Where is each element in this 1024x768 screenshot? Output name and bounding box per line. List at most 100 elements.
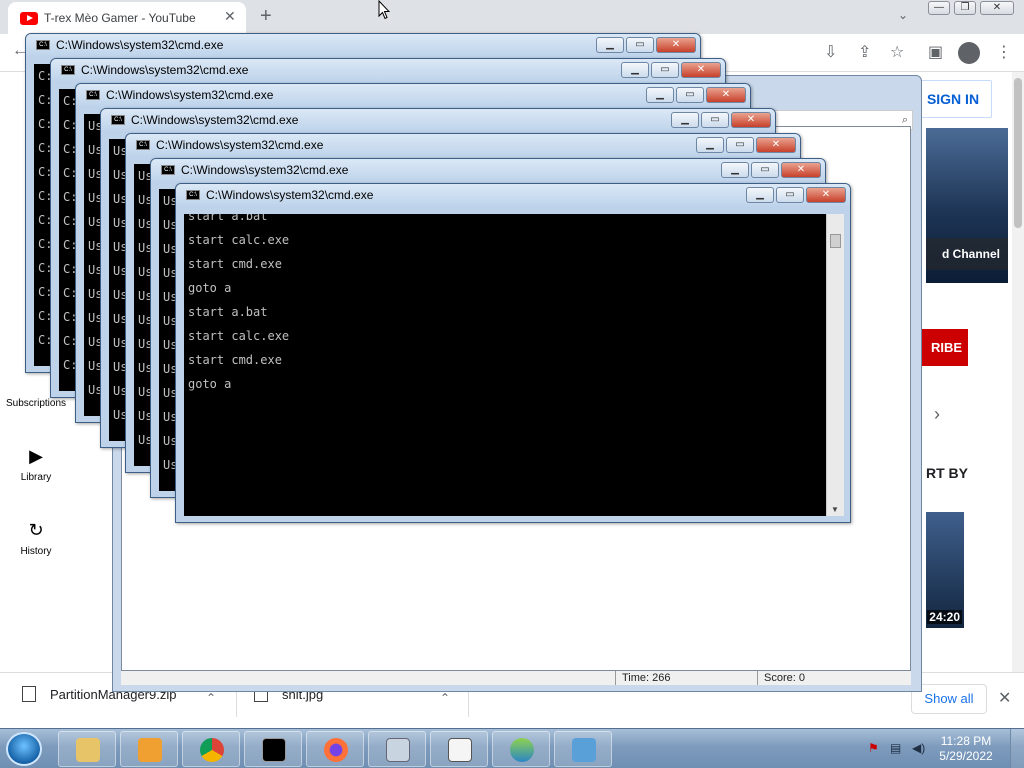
console-line: start calc.exe [188,233,290,247]
profile-icon[interactable] [958,42,980,64]
sort-by-label[interactable]: RT BY [926,465,968,481]
cmd-titlebar[interactable]: C:\ C:\Windows\system32\cmd.exe ▁ ▭ ✕ [151,159,825,183]
cmd-title: C:\Windows\system32\cmd.exe [131,113,299,127]
mouse-cursor-icon [378,0,390,20]
cmd-scrollbar-thumb[interactable] [830,234,841,248]
zip-file-icon [22,685,36,702]
taskbar-disk-manager[interactable] [492,731,550,767]
cmd-minimize-button[interactable]: ▁ [696,137,724,153]
network-icon[interactable]: ▤ [890,741,901,755]
cmd-titlebar[interactable]: C:\ C:\Windows\system32\cmd.exe ▁ ▭ ✕ [176,184,850,208]
cmd-maximize-button[interactable]: ▭ [776,187,804,203]
cmd-maximize-button[interactable]: ▭ [676,87,704,103]
cmd-titlebar[interactable]: C:\ C:\Windows\system32\cmd.exe ▁ ▭ ✕ [51,59,725,83]
sidebar-item-library[interactable]: ▶ Library [0,446,72,483]
minimize-button[interactable]: — [928,1,950,15]
sidebar-item-label: History [20,546,52,557]
taskbar-control-panel[interactable] [554,731,612,767]
cmd-maximize-button[interactable]: ▭ [701,112,729,128]
download-icon[interactable]: ⇩ [824,42,837,62]
cmd-window-icon: C:\ [161,165,175,175]
cmd-close-button[interactable]: ✕ [756,137,796,153]
cmd-minimize-button[interactable]: ▁ [746,187,774,203]
cmd-titlebar[interactable]: C:\ C:\Windows\system32\cmd.exe ▁ ▭ ✕ [26,34,700,58]
game-time: Time: 266 [615,671,757,685]
share-icon[interactable]: ⇪ [858,42,871,62]
chevron-right-icon[interactable]: › [934,404,940,425]
sign-in-button[interactable]: SIGN IN [914,80,992,118]
sidebar-item-subscriptions[interactable]: Subscriptions [0,398,72,409]
youtube-favicon-icon [20,12,38,25]
cmd-titlebar[interactable]: C:\ C:\Windows\system32\cmd.exe ▁ ▭ ✕ [101,109,775,133]
scrollbar-thumb[interactable] [1014,78,1022,228]
taskbar-chrome[interactable] [182,731,240,767]
sidebar-item-history[interactable]: ↻ History [0,520,72,557]
cmd-minimize-button[interactable]: ▁ [671,112,699,128]
side-panel-icon[interactable]: ▣ [928,42,943,62]
clock[interactable]: 11:28 PM 5/29/2022 [936,734,996,764]
volume-icon[interactable]: ◀) [912,741,925,755]
cmd-close-button[interactable]: ✕ [706,87,746,103]
game-status-bar: Time: 266 Score: 0 [121,671,911,685]
taskbar-media-player[interactable] [120,731,178,767]
cmd-title: C:\Windows\system32\cmd.exe [181,163,349,177]
taskbar-calculator[interactable] [368,731,426,767]
video-thumbnail[interactable]: 24:20 [926,512,964,628]
cmd-minimize-button[interactable]: ▁ [596,37,624,53]
menu-icon[interactable]: ⋮ [996,42,1012,62]
taskbar-solitaire[interactable] [430,731,488,767]
maximize-button[interactable]: ❐ [954,1,976,15]
cmd-close-button[interactable]: ✕ [731,112,771,128]
cmd-close-button[interactable]: ✕ [656,37,696,53]
cmd-titlebar[interactable]: C:\ C:\Windows\system32\cmd.exe ▁ ▭ ✕ [126,134,800,158]
cmd-close-button[interactable]: ✕ [781,162,821,178]
subscribe-button[interactable]: RIBE [920,329,968,366]
cmd-title: C:\Windows\system32\cmd.exe [206,188,374,202]
scroll-down-icon[interactable]: ▼ [831,505,839,514]
cmd-minimize-button[interactable]: ▁ [646,87,674,103]
chevron-up-icon[interactable]: ⌃ [206,691,216,705]
cmd-window-icon: C:\ [136,140,150,150]
cmd-scrollbar[interactable]: ▼ [826,214,844,516]
page-scrollbar[interactable] [1012,72,1024,672]
control-panel-icon [572,738,596,762]
chrome-icon [200,738,224,762]
cmd-maximize-button[interactable]: ▭ [651,62,679,78]
channel-banner-label: d Channel [926,238,1008,270]
console-line: start cmd.exe [188,257,282,271]
clock-date: 5/29/2022 [939,749,993,763]
downloads-close-icon[interactable]: ✕ [998,688,1011,708]
cmd-window[interactable]: C:\ C:\Windows\system32\cmd.exe ▁ ▭ ✕ start a… [175,183,851,523]
show-all-button[interactable]: Show all [911,684,987,714]
cmd-minimize-button[interactable]: ▁ [721,162,749,178]
action-center-flag-icon[interactable]: ⚑ [868,741,879,755]
cmd-title: C:\Windows\system32\cmd.exe [156,138,324,152]
show-desktop-button[interactable] [1010,729,1024,768]
console-line: goto a [188,377,232,391]
cmd-maximize-button[interactable]: ▭ [726,137,754,153]
console-line: start calc.exe [188,329,290,343]
cmd-maximize-button[interactable]: ▭ [751,162,779,178]
cmd-console[interactable]: start a.bat start calc.exe start cmd.exe go… [184,214,826,516]
new-tab-button[interactable]: + [260,5,272,28]
taskbar-cmd[interactable] [244,731,302,767]
history-icon: ↻ [28,520,44,540]
cmd-window-icon: C:\ [61,65,75,75]
channel-banner[interactable]: d Channel [926,128,1008,283]
chevron-up-icon[interactable]: ⌃ [440,691,450,705]
close-button[interactable]: ✕ [980,1,1014,15]
cmd-minimize-button[interactable]: ▁ [621,62,649,78]
tab-search-chevron-icon[interactable]: ⌄ [898,8,908,22]
taskbar-firefox[interactable] [306,731,364,767]
cmd-close-button[interactable]: ✕ [806,187,846,203]
bookmark-star-icon[interactable]: ☆ [890,42,904,62]
tab-title: T-rex Mèo Gamer - YouTube [44,11,196,25]
cmd-titlebar[interactable]: C:\ C:\Windows\system32\cmd.exe ▁ ▭ ✕ [76,84,750,108]
cmd-maximize-button[interactable]: ▭ [626,37,654,53]
cmd-close-button[interactable]: ✕ [681,62,721,78]
start-button[interactable] [6,732,42,766]
tab-close-icon[interactable]: ✕ [224,8,236,25]
console-line: start cmd.exe [188,353,282,367]
tab-youtube[interactable]: T-rex Mèo Gamer - YouTube ✕ [8,2,246,34]
taskbar-explorer[interactable] [58,731,116,767]
